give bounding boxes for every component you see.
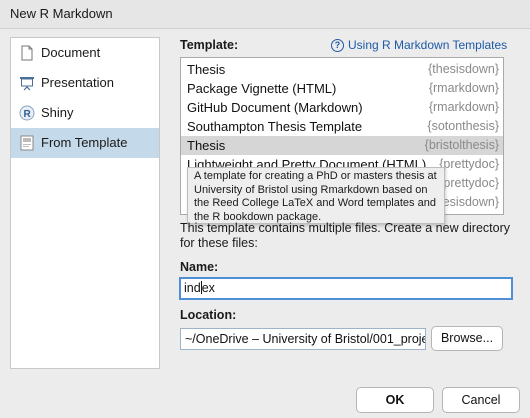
template-list-item[interactable]: Thesis {thesisdown} <box>181 60 503 79</box>
nav-label: From Template <box>41 135 128 150</box>
name-label: Name: <box>180 260 219 274</box>
cancel-button[interactable]: Cancel <box>442 387 520 413</box>
help-link-text: Using R Markdown Templates <box>348 38 508 52</box>
template-list-item-selected[interactable]: Thesis {bristolthesis} <box>181 136 503 155</box>
shiny-r-icon: R <box>19 105 35 121</box>
template-name: Thesis <box>187 138 226 153</box>
template-package: {bristolthesis} <box>424 138 499 152</box>
name-input[interactable]: index <box>179 277 513 300</box>
template-package: {prettydoc} <box>439 176 499 190</box>
template-package: {thesisdown} <box>428 62 499 76</box>
nav-label: Presentation <box>41 75 114 90</box>
name-text-after-caret: ex <box>201 281 215 295</box>
nav-label: Shiny <box>41 105 74 120</box>
template-description-tooltip: A template for creating a PhD or masters… <box>187 167 445 224</box>
ok-button[interactable]: OK <box>356 387 434 413</box>
template-package: {sotonthesis} <box>427 119 499 133</box>
template-list-item[interactable]: Package Vignette (HTML) {rmarkdown} <box>181 79 503 98</box>
location-label: Location: <box>180 308 237 322</box>
name-text-before-caret: ind <box>184 281 201 295</box>
nav-item-presentation[interactable]: Presentation <box>11 68 159 98</box>
window-title: New R Markdown <box>10 6 113 21</box>
template-name: Southampton Thesis Template <box>187 119 363 134</box>
template-package: {prettydoc} <box>439 157 499 171</box>
template-name: Thesis <box>187 62 226 77</box>
template-package: {rmarkdown} <box>428 100 499 114</box>
template-label: Template: <box>180 38 239 52</box>
template-list-item[interactable]: GitHub Document (Markdown) {rmarkdown} <box>181 98 503 117</box>
template-icon <box>19 135 35 151</box>
title-bar[interactable]: New R Markdown <box>0 0 530 29</box>
nav-item-from-template[interactable]: From Template <box>11 128 159 158</box>
nav-label: Document <box>41 45 101 60</box>
presentation-icon <box>19 75 35 91</box>
browse-button[interactable]: Browse... <box>431 326 503 351</box>
template-name: GitHub Document (Markdown) <box>187 100 363 115</box>
nav-item-shiny[interactable]: R Shiny <box>11 98 159 128</box>
template-name: Package Vignette (HTML) <box>187 81 337 96</box>
document-type-nav: Document Presentation R Shiny From Templ… <box>10 37 160 369</box>
nav-item-document[interactable]: Document <box>11 38 159 68</box>
using-templates-help-link[interactable]: ? Using R Markdown Templates <box>331 38 507 52</box>
document-icon <box>19 45 35 61</box>
svg-text:R: R <box>24 109 32 120</box>
location-input[interactable]: ~/OneDrive – University of Bristol/001_p… <box>180 328 426 350</box>
template-list-item[interactable]: Southampton Thesis Template {sotonthesis… <box>181 117 503 136</box>
new-r-markdown-dialog: New R Markdown Document Presentation R S… <box>0 0 530 418</box>
template-package: {rmarkdown} <box>428 81 499 95</box>
multiple-files-note: This template contains multiple files. C… <box>180 221 511 250</box>
question-icon: ? <box>331 39 344 52</box>
